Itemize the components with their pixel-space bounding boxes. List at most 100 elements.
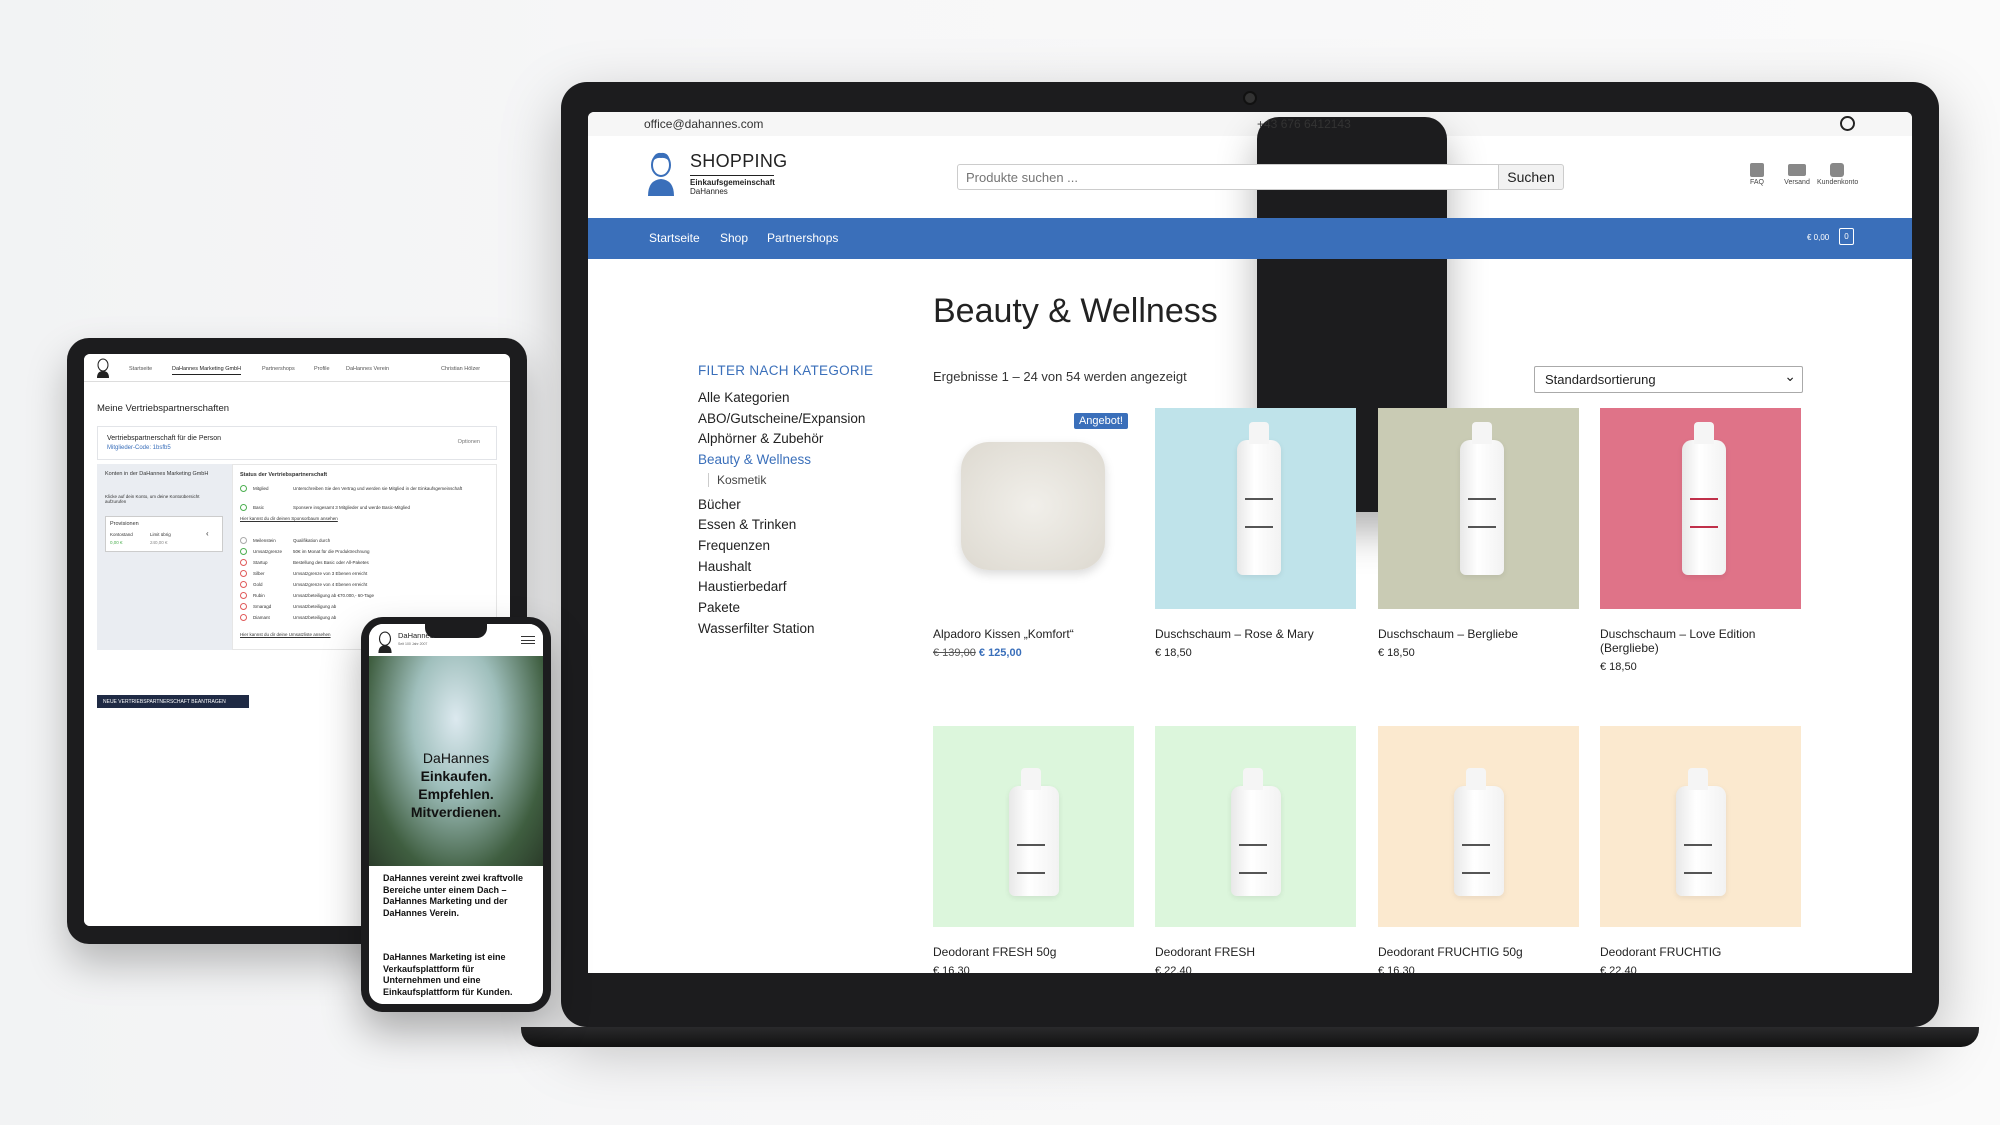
nav-shop[interactable]: Shop [720, 231, 748, 245]
prov-label: Limit übrig [150, 532, 171, 537]
bottle-image [1237, 422, 1281, 575]
category-item[interactable]: ABO/Gutscheine/Expansion [698, 411, 865, 426]
category-item[interactable]: Pakete [698, 600, 740, 615]
options-button[interactable]: Optionen [458, 439, 480, 445]
category-item[interactable]: Haustierbedarf [698, 579, 787, 594]
umsatz-link[interactable]: Hier kannst du dir deine Umsatzliste ans… [240, 632, 331, 637]
product-name[interactable]: Deodorant FRESH 50g [933, 945, 1134, 959]
faq-link[interactable]: FAQ [1737, 163, 1777, 186]
category-item[interactable]: Haushalt [698, 559, 751, 574]
accounts-desc: Klicke auf dein Konto, um deine Kontoübe… [105, 494, 200, 504]
product-image[interactable] [1155, 726, 1356, 927]
member-code: Mitglieder-Code: 1bsfb5 [107, 445, 171, 451]
camera-icon [1243, 91, 1257, 105]
product-price: € 18,50 [1600, 661, 1637, 673]
product-card[interactable]: Duschschaum – Love Edition (Bergliebe) €… [1600, 408, 1801, 673]
faq-label: FAQ [1749, 179, 1764, 186]
tablet-nav: Startseite DaHannes Marketing GmbH Partn… [84, 354, 510, 382]
product-image[interactable] [1378, 726, 1579, 927]
category-item[interactable]: Frequenzen [698, 538, 770, 553]
product-card[interactable]: Angebot! Alpadoro Kissen „Komfort“ € 139… [933, 408, 1134, 659]
new-partnership-button[interactable]: NEUE VERTRIEBSPARTNERSCHAFT BEANTRAGEN [97, 695, 249, 708]
milestone-label: Silber [253, 571, 265, 576]
accounts-panel: Konten in der DaHannes Marketing GmbH Kl… [97, 464, 232, 650]
shipping-link[interactable]: Versand [1777, 163, 1817, 186]
category-item-active[interactable]: Beauty & Wellness [698, 452, 811, 467]
product-name[interactable]: Deodorant FRUCHTIG 50g [1378, 945, 1579, 959]
search-input[interactable] [957, 164, 1499, 190]
product-image[interactable] [1378, 408, 1579, 609]
subcategory-item[interactable]: Kosmetik [708, 473, 766, 487]
logo-face-icon[interactable] [644, 148, 678, 196]
status-label: Mitglied [253, 486, 269, 491]
product-name[interactable]: Deodorant FRUCHTIG [1600, 945, 1801, 959]
nav-startseite[interactable]: Startseite [649, 231, 700, 245]
filter-title: FILTER NACH KATEGORIE [698, 363, 874, 378]
main-nav: Startseite Shop Partnershops € 0,00 0 [588, 218, 1912, 259]
product-card[interactable]: Deodorant FRESH € 22,40 [1155, 726, 1356, 973]
product-name[interactable]: Duschschaum – Rose & Mary [1155, 627, 1356, 641]
product-image[interactable] [1155, 408, 1356, 609]
category-item[interactable]: Wasserfilter Station [698, 621, 815, 636]
product-image[interactable] [1600, 408, 1801, 609]
cart-bag-icon[interactable]: 0 [1839, 228, 1854, 245]
laptop-base [521, 1027, 1979, 1047]
product-card[interactable]: Duschschaum – Rose & Mary € 18,50 [1155, 408, 1356, 659]
whatsapp-icon[interactable] [1840, 116, 1855, 131]
category-item[interactable]: Essen & Trinken [698, 517, 796, 532]
tablet-nav-item[interactable]: Partnershops [262, 366, 295, 372]
product-card[interactable]: Duschschaum – Bergliebe € 18,50 [1378, 408, 1579, 659]
hero-line: Einkaufen. [420, 768, 492, 784]
menu-icon[interactable] [521, 636, 535, 644]
tablet-nav-item[interactable]: DaHannes Verein [346, 366, 389, 372]
tablet-nav-item[interactable]: Startseite [129, 366, 152, 372]
hero-image: DaHannes Einkaufen. Empfehlen. Mitverdie… [369, 656, 543, 866]
milestone-label: Diamant [253, 615, 270, 620]
status-title: Status der Vertriebspartnerschaft [240, 472, 328, 478]
phone-notch [425, 624, 487, 638]
bottle-image [1231, 768, 1281, 896]
category-item[interactable]: Alle Kategorien [698, 390, 790, 405]
product-card[interactable]: Deodorant FRUCHTIG 50g € 16,30 [1378, 726, 1579, 973]
shipping-label: Versand [1784, 179, 1810, 186]
product-image[interactable] [933, 726, 1134, 927]
product-name[interactable]: Deodorant FRESH [1155, 945, 1356, 959]
milestone-label: Gold [253, 582, 263, 587]
tablet-user-menu[interactable]: Christian Hölzer [441, 366, 480, 372]
cross-icon [240, 581, 247, 588]
tablet-nav-item-active[interactable]: DaHannes Marketing GmbH [172, 366, 242, 375]
cross-icon [240, 614, 247, 621]
avatar-icon[interactable] [96, 358, 110, 378]
milestone-text: Umsatzbeteiligung ab [293, 615, 337, 620]
cart-total[interactable]: € 0,00 [1807, 233, 1829, 242]
account-link[interactable]: Kundenkonto [1817, 163, 1859, 186]
pillow-image [961, 442, 1105, 570]
product-card[interactable]: Deodorant FRESH 50g € 16,30 [933, 726, 1134, 973]
product-name[interactable]: Duschschaum – Bergliebe [1378, 627, 1579, 641]
sort-select[interactable]: Standardsortierung [1534, 366, 1803, 393]
product-name[interactable]: Duschschaum – Love Edition (Bergliebe) [1600, 627, 1801, 655]
commission-account[interactable]: Provisionen Kontostand Limit übrig 0,00 … [105, 516, 223, 552]
email-link[interactable]: office@dahannes.com [644, 117, 763, 131]
product-card[interactable]: Deodorant FRUCHTIG € 22,40 [1600, 726, 1801, 973]
partnership-title: Vertriebspartnerschaft für die Person [107, 435, 222, 442]
account-label: Kundenkonto [1817, 179, 1859, 186]
check-icon [240, 485, 247, 492]
sale-price: € 125,00 [978, 647, 1022, 659]
search-button[interactable]: Suchen [1498, 164, 1564, 190]
nav-partnershops[interactable]: Partnershops [767, 231, 838, 245]
sponsor-link[interactable]: Hier kannst du dir deinen Sponsorbaum an… [240, 516, 338, 521]
tablet-nav-item[interactable]: Profile [314, 366, 330, 372]
milestone-label: Umsatzgrenze [253, 549, 283, 554]
logo-title[interactable]: SHOPPING [690, 151, 787, 172]
product-name[interactable]: Alpadoro Kissen „Komfort“ [933, 627, 1134, 641]
hero-line: Mitverdienen. [410, 804, 502, 820]
logo-face-icon[interactable] [377, 631, 393, 653]
cross-icon [240, 592, 247, 599]
product-image[interactable] [1600, 726, 1801, 927]
truck-icon [1788, 164, 1806, 176]
product-image[interactable]: Angebot! [933, 408, 1134, 609]
category-item[interactable]: Alphörner & Zubehör [698, 431, 823, 446]
chevron-left-icon[interactable]: ‹ [206, 529, 209, 538]
category-item[interactable]: Bücher [698, 497, 741, 512]
